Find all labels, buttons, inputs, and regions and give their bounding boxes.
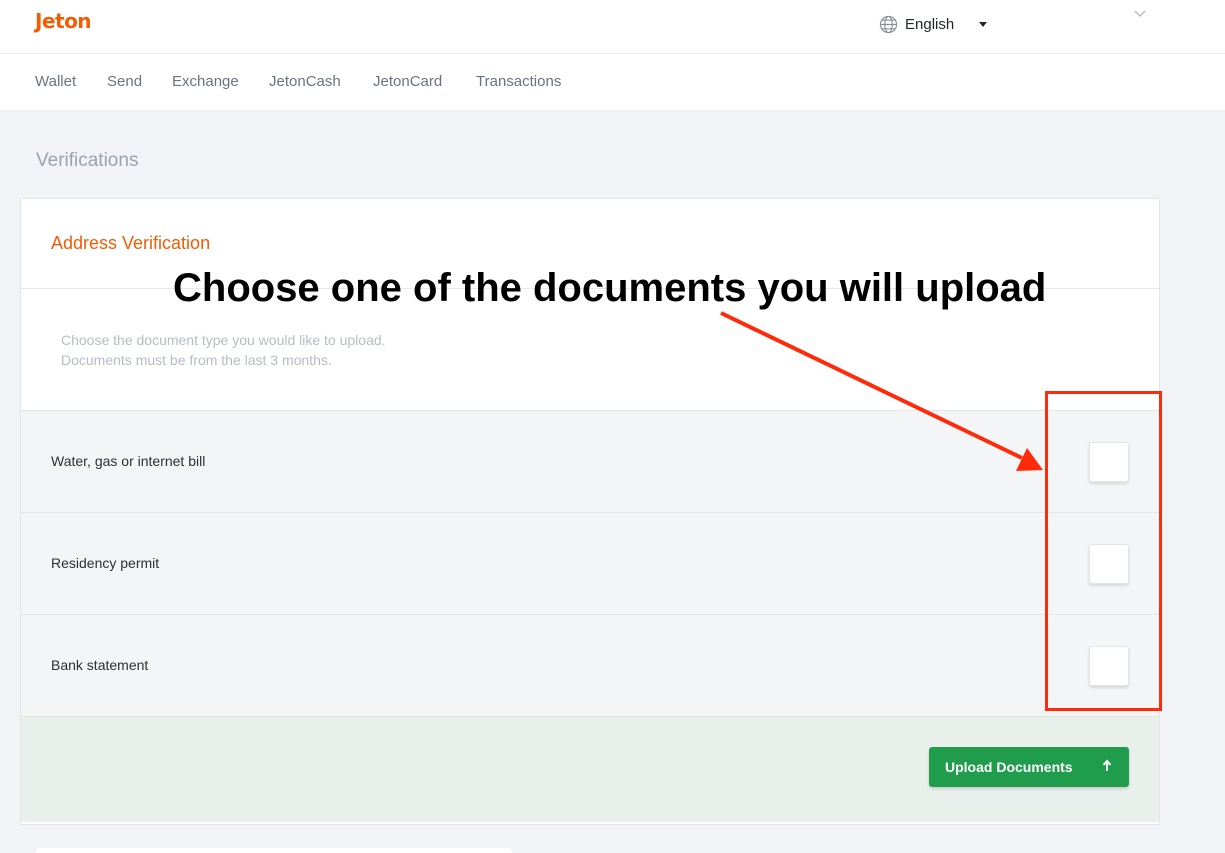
annotation-text: Choose one of the documents you will upl… xyxy=(173,266,1047,310)
upload-documents-button[interactable]: Upload Documents xyxy=(929,747,1129,787)
main-nav: Wallet Send Exchange JetonCash JetonCard… xyxy=(0,54,1225,110)
document-option-utility-bill[interactable]: Water, gas or internet bill xyxy=(21,410,1159,512)
top-bar: Jeton English xyxy=(0,0,1225,54)
upload-button-label: Upload Documents xyxy=(945,759,1073,775)
document-option-label: Water, gas or internet bill xyxy=(51,453,206,469)
language-selector[interactable]: English xyxy=(879,14,988,34)
chevron-down-icon[interactable] xyxy=(1133,9,1147,19)
language-label: English xyxy=(905,15,955,33)
card-description: Choose the document type you would like … xyxy=(61,330,386,370)
jeton-logo[interactable]: Jeton xyxy=(35,9,92,33)
page-title: Verifications xyxy=(36,150,139,171)
document-option-label: Bank statement xyxy=(51,657,149,673)
nav-item-jetoncard[interactable]: JetonCard xyxy=(373,73,442,90)
arrow-up-icon xyxy=(1102,759,1112,771)
annotation-highlight-box xyxy=(1045,391,1162,711)
nav-item-transactions[interactable]: Transactions xyxy=(476,73,561,90)
card-footer: Upload Documents xyxy=(21,716,1159,822)
description-line-2: Documents must be from the last 3 months… xyxy=(61,352,332,368)
card-title: Address Verification xyxy=(51,233,211,253)
next-card-edge xyxy=(36,848,512,853)
nav-item-send[interactable]: Send xyxy=(107,73,142,90)
document-option-bank-statement[interactable]: Bank statement xyxy=(21,614,1159,716)
nav-item-wallet[interactable]: Wallet xyxy=(35,73,76,90)
globe-icon xyxy=(879,15,898,33)
nav-item-jetoncash[interactable]: JetonCash xyxy=(269,73,341,90)
document-option-label: Residency permit xyxy=(51,555,160,571)
caret-down-icon xyxy=(979,21,988,27)
nav-item-exchange[interactable]: Exchange xyxy=(172,73,239,90)
document-option-residency-permit[interactable]: Residency permit xyxy=(21,512,1159,614)
description-line-1: Choose the document type you would like … xyxy=(61,332,386,348)
